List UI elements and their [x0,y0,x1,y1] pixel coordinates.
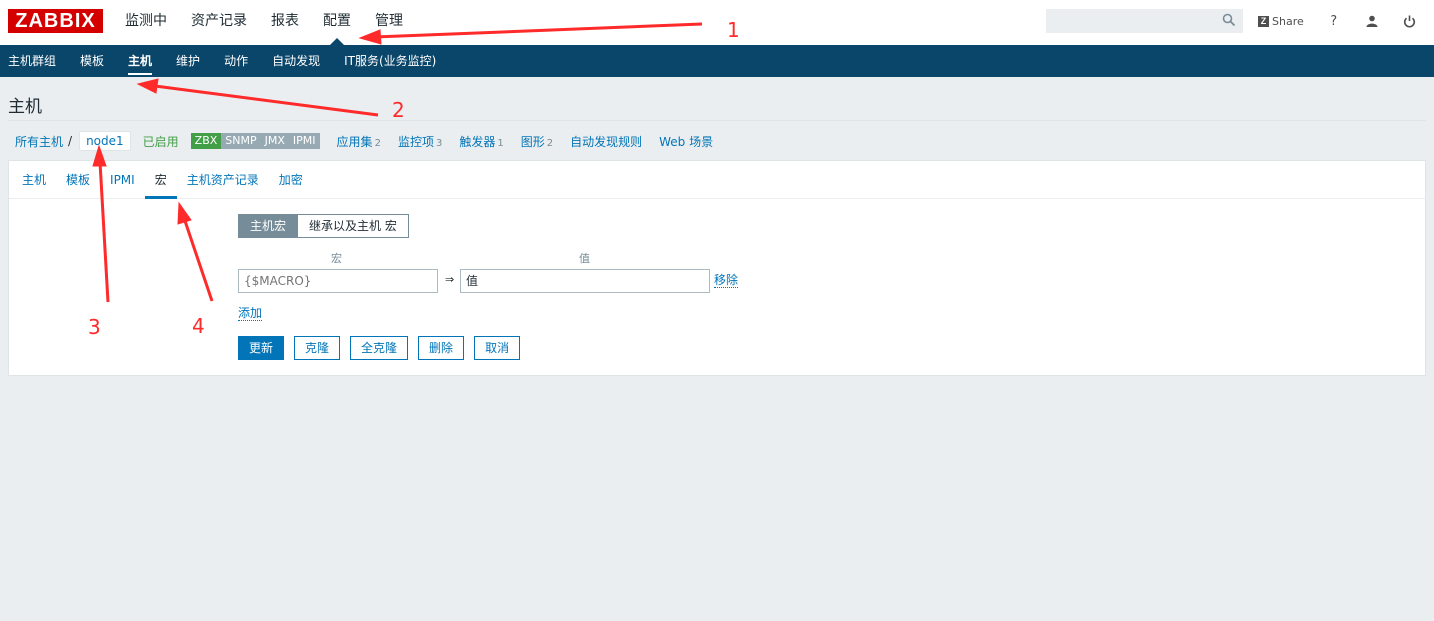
nav-applications-label: 应用集 [336,134,373,149]
breadcrumb-current-host[interactable]: node1 [79,131,131,151]
title-divider [8,120,1426,121]
host-form-tabs: 主机 模板 IPMI 宏 主机资产记录 加密 [9,161,1425,199]
inherited-macros-toggle[interactable]: 继承以及主机 宏 [298,214,409,238]
subnav-maintenance[interactable]: 维护 [164,45,212,77]
search-icon[interactable] [1222,13,1236,27]
subnav-discovery[interactable]: 自动发现 [260,45,332,77]
nav-triggers-count: 1 [497,137,504,149]
nav-triggers-label: 触发器 [459,134,496,149]
host-breadcrumb: 所有主机 / node1 已启用 ZBX SNMP JMX IPMI 应用集 2 … [8,130,713,152]
tab-templates[interactable]: 模板 [56,161,100,198]
tab-inventory[interactable]: 主机资产记录 [177,161,269,198]
form-actions: 更新 克隆 全克隆 删除 取消 [238,336,530,360]
zabbix-logo[interactable]: ZABBIX [8,9,103,33]
menu-inventory[interactable]: 资产记录 [179,0,259,45]
search-input[interactable] [1047,10,1217,32]
help-icon[interactable]: ? [1326,13,1342,29]
nav-web-scenarios[interactable]: Web 场景 [659,133,713,150]
sub-navigation: 主机群组 模板 主机 维护 动作 自动发现 IT服务(业务监控) [0,45,1434,77]
zabbix-share-icon: Z [1258,15,1269,27]
tab-host[interactable]: 主机 [12,161,56,198]
availability-ipmi: IPMI [288,133,320,149]
macro-value-input[interactable] [460,269,710,293]
subnav-hosts[interactable]: 主机 [116,45,164,77]
subnav-templates[interactable]: 模板 [68,45,116,77]
annotation-number-2: 2 [392,98,405,122]
menu-reports[interactable]: 报表 [259,0,311,45]
macro-arrow: ⇒ [445,273,455,286]
nav-applications-count: 2 [374,137,381,149]
nav-graphs-count: 2 [546,137,554,149]
macro-scope-toggle: 主机宏 继承以及主机 宏 [238,214,409,238]
add-macro-link[interactable]: 添加 [238,306,263,321]
nav-graphs-label: 图形 [520,134,545,149]
annotation-number-1: 1 [727,18,740,42]
delete-button[interactable]: 删除 [418,336,465,360]
nav-items-count: 3 [435,137,443,149]
tab-encryption[interactable]: 加密 [269,161,313,198]
annotation-arrow-2 [136,78,379,117]
nav-discovery-rules[interactable]: 自动发现规则 [570,133,642,150]
update-button[interactable]: 更新 [238,336,285,360]
share-label: Share [1272,14,1304,28]
nav-items-label: 监控项 [397,134,434,149]
menu-configuration[interactable]: 配置 [311,0,363,45]
subnav-host-groups[interactable]: 主机群组 [0,45,68,77]
search-box [1046,9,1243,33]
top-header: ZABBIX 监测中 资产记录 报表 配置 管理 Z Share ? [0,0,1434,45]
availability-badges: ZBX SNMP JMX IPMI [190,133,320,149]
macro-name-input[interactable] [238,269,438,293]
user-profile-icon[interactable] [1364,13,1380,29]
breadcrumb-separator: / [68,134,73,148]
nav-applications[interactable]: 应用集 2 [337,133,381,150]
tab-ipmi[interactable]: IPMI [100,161,145,198]
tab-macros[interactable]: 宏 [144,161,177,199]
availability-jmx: JMX [260,133,289,149]
nav-graphs[interactable]: 图形 2 [521,133,553,150]
logout-power-icon[interactable] [1402,13,1418,29]
full-clone-button[interactable]: 全克隆 [350,336,409,360]
subnav-it-services[interactable]: IT服务(业务监控) [332,45,448,77]
value-column-header: 值 [579,252,590,265]
macro-column-header: 宏 [331,252,342,265]
host-status-enabled[interactable]: 已启用 [143,133,179,150]
page-title: 主机 [8,97,42,117]
availability-zbx: ZBX [190,133,222,149]
annotation-number-4: 4 [192,314,205,338]
menu-monitoring[interactable]: 监测中 [113,0,179,45]
main-menu: 监测中 资产记录 报表 配置 管理 [113,0,415,45]
clone-button[interactable]: 克隆 [294,336,341,360]
remove-macro-link[interactable]: 移除 [714,273,739,288]
breadcrumb-all-hosts[interactable]: 所有主机 [8,133,63,150]
cancel-button[interactable]: 取消 [474,336,521,360]
subnav-actions[interactable]: 动作 [212,45,260,77]
share-button[interactable]: Z Share [1258,15,1304,28]
availability-snmp: SNMP [221,133,261,149]
host-macros-toggle[interactable]: 主机宏 [238,214,299,238]
header-tools: Z Share ? [1258,0,1434,42]
annotation-number-3: 3 [88,315,101,339]
menu-administration[interactable]: 管理 [363,0,415,45]
host-form-panel: 主机 模板 IPMI 宏 主机资产记录 加密 主机宏 继承以及主机 宏 宏 值 … [8,160,1426,376]
nav-items[interactable]: 监控项 3 [398,133,442,150]
nav-triggers[interactable]: 触发器 1 [459,133,503,150]
